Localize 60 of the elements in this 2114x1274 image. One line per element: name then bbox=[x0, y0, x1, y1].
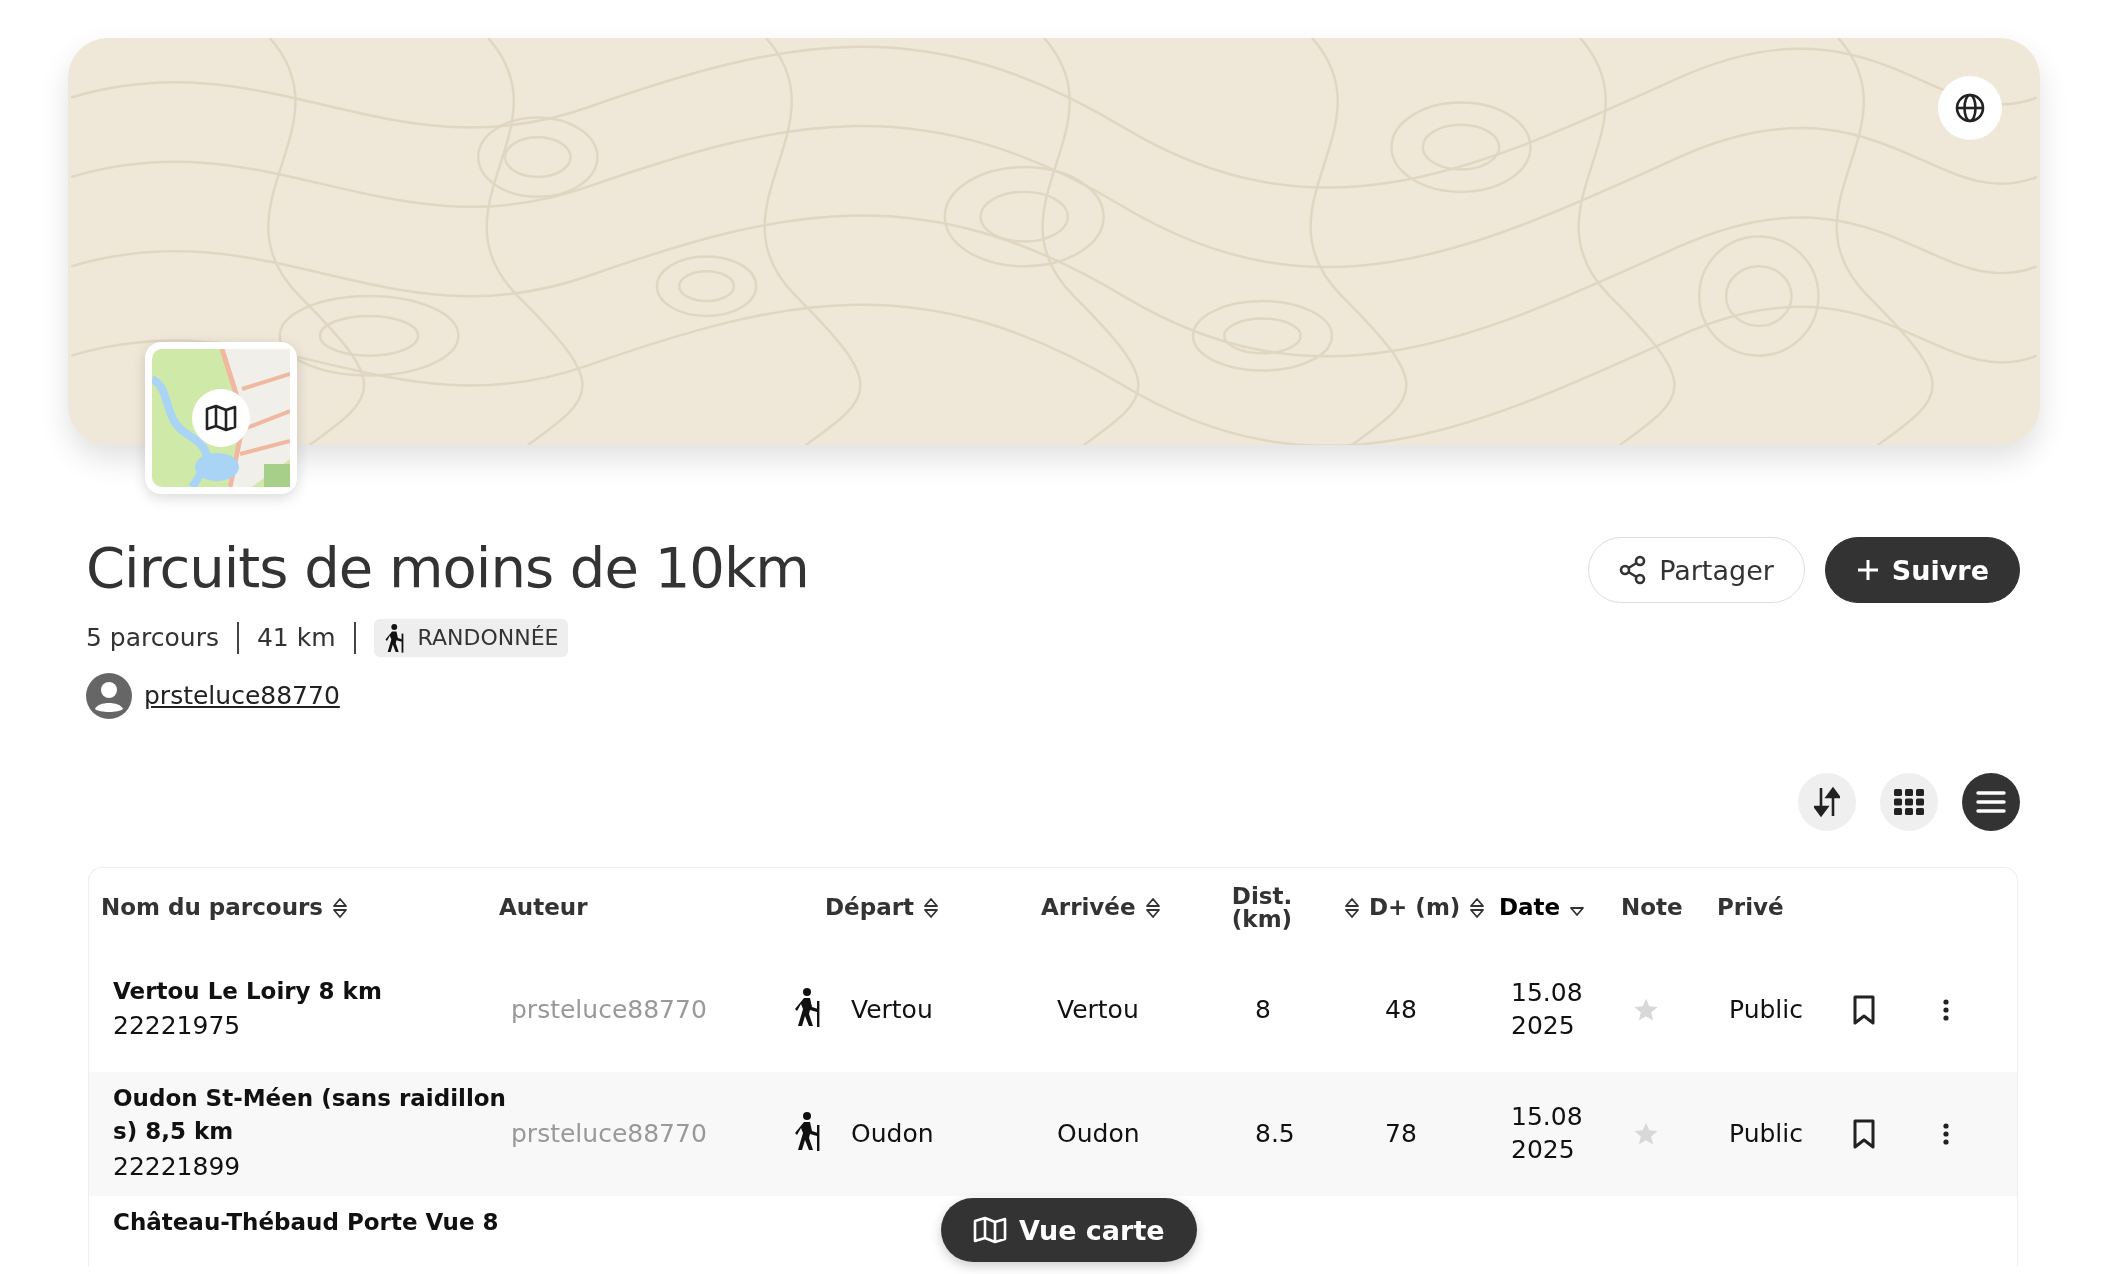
distance-cell-text: 8.5 bbox=[1255, 1119, 1296, 1149]
bookmark-icon bbox=[1853, 1118, 1875, 1149]
follow-button[interactable]: Suivre bbox=[1824, 537, 2020, 603]
route-name[interactable]: Oudon St-Méen (sans raidillons) 8,5 km bbox=[113, 1082, 511, 1149]
list-view-button[interactable] bbox=[1962, 772, 2020, 831]
column-header: Privé bbox=[1717, 896, 1784, 920]
more-options-button[interactable] bbox=[1943, 998, 1949, 1021]
map-icon bbox=[973, 1216, 1007, 1244]
elevation-cell-text: 48 bbox=[1385, 995, 1418, 1025]
hiker-icon bbox=[383, 622, 406, 653]
sort-icon[interactable] bbox=[1343, 895, 1361, 920]
grid-icon bbox=[1894, 788, 1924, 815]
column-header[interactable]: Départ bbox=[825, 896, 914, 920]
distance-cell-text: 8 bbox=[1255, 995, 1272, 1025]
column-header[interactable]: Dist. (km) bbox=[1227, 884, 1297, 931]
start-cell-text: Oudon bbox=[851, 1119, 935, 1149]
column-header: Note bbox=[1621, 896, 1683, 920]
collection-stat: 41 km bbox=[256, 623, 336, 653]
date-cell-text: 15.08 2025 bbox=[1511, 1101, 1581, 1166]
date-cell-text: 15.08 2025 bbox=[1511, 977, 1581, 1042]
menu-icon bbox=[1976, 789, 2006, 814]
plus-icon bbox=[1855, 558, 1880, 582]
route-name[interactable]: Château-Thébaud Porte Vue 8 bbox=[113, 1205, 511, 1239]
end-cell-text: Vertou bbox=[1057, 995, 1140, 1025]
more-vertical-icon bbox=[1943, 1122, 1949, 1145]
end-cell-text: Oudon bbox=[1057, 1119, 1141, 1149]
map-icon bbox=[205, 404, 237, 432]
share-button[interactable]: Partager bbox=[1588, 537, 1805, 603]
bookmark-icon bbox=[1853, 994, 1875, 1025]
bookmark-button[interactable] bbox=[1853, 994, 1875, 1025]
sort-arrows-icon bbox=[1814, 785, 1840, 818]
elevation-cell-text: 78 bbox=[1385, 1119, 1418, 1149]
activity-tag: RANDONNÉE bbox=[373, 618, 569, 657]
column-header: Auteur bbox=[499, 896, 588, 920]
author-link[interactable]: prsteluce88770 bbox=[144, 681, 340, 711]
collection-stat: 5 parcours bbox=[86, 623, 219, 653]
sort-icon[interactable] bbox=[331, 895, 350, 920]
sort-icon[interactable] bbox=[1143, 895, 1162, 920]
sort-icon[interactable] bbox=[922, 895, 940, 920]
avatar-icon bbox=[86, 672, 132, 719]
share-icon bbox=[1619, 555, 1648, 585]
column-header[interactable]: D+ (m) bbox=[1369, 896, 1461, 920]
globe-icon bbox=[1954, 92, 1986, 124]
column-header[interactable]: Arrivée bbox=[1041, 896, 1136, 920]
route-id: 22221975 bbox=[113, 1010, 242, 1043]
collection-title: Circuits de moins de 10km bbox=[86, 537, 809, 599]
start-cell-text: Vertou bbox=[851, 995, 934, 1025]
sort-icon[interactable] bbox=[1468, 895, 1487, 920]
more-vertical-icon bbox=[1943, 998, 1949, 1021]
visibility-cell-text: Public bbox=[1729, 995, 1804, 1025]
author-cell-text: prsteluce88770 bbox=[511, 995, 708, 1025]
route-name[interactable]: Vertou Le Loiry 8 km bbox=[113, 974, 511, 1009]
visibility-cell-text: Public bbox=[1729, 1119, 1804, 1149]
more-options-button[interactable] bbox=[1943, 1122, 1949, 1145]
column-header[interactable]: Date bbox=[1499, 896, 1561, 920]
map-view-button[interactable]: Vue carte bbox=[941, 1198, 1197, 1262]
column-header[interactable]: Nom du parcours bbox=[101, 896, 324, 920]
route-id: 22221899 bbox=[113, 1150, 242, 1183]
author-cell-text: prsteluce88770 bbox=[511, 1119, 708, 1149]
bookmark-button[interactable] bbox=[1853, 1118, 1875, 1149]
